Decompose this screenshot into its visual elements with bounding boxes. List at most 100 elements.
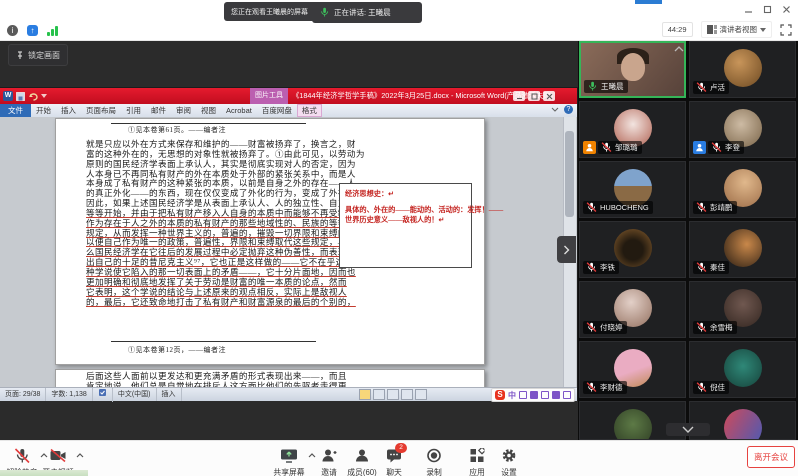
tab-references[interactable]: 引用 (121, 104, 146, 117)
word-minimize-button[interactable] (513, 91, 525, 101)
share-screen-button[interactable]: 共享屏幕 (267, 445, 311, 475)
video-options-chevron-icon[interactable] (76, 453, 84, 458)
participant-tile[interactable]: 彭靖鹏 (689, 161, 796, 218)
speaking-banner-text: 正在讲话: 王曦晨 (334, 7, 391, 18)
view-mode-button[interactable]: 演讲者视图 (701, 21, 773, 38)
pin-icon (16, 51, 24, 60)
lock-view-button[interactable]: 锁定画面 (8, 44, 68, 66)
undo-icon[interactable] (28, 92, 38, 101)
participant-tile[interactable]: 余雪梅 (689, 281, 796, 338)
chat-button[interactable]: 2 聊天 (372, 445, 416, 475)
shared-screen-area: 锁定画面 W 图片工具 《1844年经济学哲学手稿》2022年3月25日.doc… (0, 40, 578, 440)
toolbox-icon[interactable] (563, 391, 571, 399)
punctuation-icon[interactable] (519, 391, 527, 399)
tab-page-layout[interactable]: 页面布局 (81, 104, 121, 117)
participant-tile[interactable]: 倪佳 (689, 341, 796, 398)
meeting-info-icon[interactable]: i (7, 25, 18, 36)
keyboard-icon[interactable] (552, 391, 560, 399)
close-button[interactable] (781, 4, 792, 15)
invite-label: 邀请 (321, 467, 337, 476)
avatar (614, 409, 652, 440)
participant-tile[interactable]: 秦佳 (689, 221, 796, 278)
ime-toolbar: S 中 (491, 388, 575, 402)
picture-tools-contextual-tab: 图片工具 (250, 88, 288, 104)
meeting-security-icon[interactable]: ↑ (27, 25, 38, 36)
participant-tile[interactable]: 邹璐璐 (579, 101, 686, 158)
word-restore-button[interactable] (528, 91, 540, 101)
participant-name: 李财德 (600, 382, 623, 393)
participant-tile[interactable]: 李登 (689, 101, 796, 158)
invite-person-icon (321, 448, 337, 463)
mic-muted-icon (586, 382, 597, 393)
language-indicator[interactable]: 中文(中国) (113, 388, 157, 401)
avatar (724, 229, 762, 267)
settings-button[interactable]: 设置 (487, 445, 531, 475)
share-screen-label: 共享屏幕 (273, 467, 304, 476)
word-window: W 图片工具 《1844年经济学哲学手稿》2022年3月25日.docx - M… (0, 88, 577, 400)
chevron-down-icon (760, 28, 766, 32)
emoji-icon[interactable] (530, 391, 538, 399)
minimize-button[interactable] (743, 4, 754, 15)
chinese-mode-icon[interactable]: 中 (508, 390, 516, 401)
help-icon[interactable]: ? (564, 105, 573, 114)
sidebar-collapse-button[interactable] (557, 236, 576, 263)
tab-file[interactable]: 文件 (0, 104, 31, 117)
scroll-down-button[interactable] (666, 423, 710, 436)
tab-view[interactable]: 视图 (196, 104, 221, 117)
tab-insert[interactable]: 插入 (56, 104, 81, 117)
ribbon-tab-bar: 文件 开始 插入 页面布局 引用 邮件 审阅 视图 Acrobat 百度网盘 格… (0, 104, 577, 118)
participants-sidebar: 王曦晨 卢活 邹璐璐 李登 HUBOCHENG (578, 40, 798, 440)
print-layout-view-button[interactable] (359, 389, 371, 400)
footnote-text: ①见本卷第61页。——编者注 (128, 125, 226, 135)
tab-baidu-netdisk[interactable]: 百度网盘 (257, 104, 297, 117)
word-count[interactable]: 字数: 1,138 (46, 388, 92, 401)
fullscreen-view-button[interactable] (373, 389, 385, 400)
participant-tile[interactable]: HUBOCHENG (579, 161, 686, 218)
document-canvas[interactable]: ①见本卷第61页。——编者注 就是只应以外在方式来保存和维护的——财富被扬弃了，… (0, 117, 577, 387)
tab-format[interactable]: 格式 (297, 104, 322, 117)
maximize-button[interactable] (762, 4, 773, 15)
draft-view-button[interactable] (415, 389, 427, 400)
participant-tile[interactable]: 李铁 (579, 221, 686, 278)
participant-name: 卢活 (710, 82, 725, 93)
participant-name: 李铁 (600, 262, 615, 273)
annotation-text-box[interactable]: 经济思想史：↵ 具体的、外在的——能动的、活动的：发挥！—— 世界历史意义——敌… (339, 183, 472, 268)
save-icon[interactable] (16, 92, 25, 101)
voice-input-icon[interactable] (541, 391, 549, 399)
participant-tile[interactable]: 付晓婷 (579, 281, 686, 338)
participant-tile[interactable]: 卢活 (689, 41, 796, 98)
fullscreen-icon[interactable] (780, 24, 792, 36)
participant-name: 李登 (725, 142, 740, 153)
network-signal-icon[interactable] (47, 25, 58, 36)
tab-mailings[interactable]: 邮件 (146, 104, 171, 117)
meeting-bottom-toolbar: 解除静音 开启视频 共享屏幕 邀请 (0, 440, 798, 476)
scrollbar-thumb[interactable] (565, 131, 574, 217)
participant-tile[interactable]: 李财德 (579, 341, 686, 398)
participant-name: 王曦晨 (601, 81, 624, 92)
window-controls (743, 4, 792, 15)
quick-access-caret-icon[interactable] (41, 94, 47, 98)
sogou-logo-icon[interactable]: S (495, 390, 505, 400)
proofing-icon[interactable] (93, 388, 113, 402)
word-title-bar[interactable]: W 图片工具 《1844年经济学哲学手稿》2022年3月25日.docx - M… (0, 88, 577, 104)
watching-banner-text: 您正在观看王曦晨的屏幕 (231, 7, 308, 17)
participant-tile[interactable]: 王曦晨 (579, 41, 686, 98)
word-close-button[interactable] (543, 91, 555, 101)
participant-name: 付晓婷 (600, 322, 623, 333)
tab-home[interactable]: 开始 (31, 104, 56, 117)
outline-view-button[interactable] (401, 389, 413, 400)
scroll-up-button[interactable] (672, 44, 686, 53)
leave-meeting-button[interactable]: 离开会议 (747, 446, 795, 468)
web-layout-view-button[interactable] (387, 389, 399, 400)
insert-mode-indicator[interactable]: 插入 (157, 388, 182, 401)
lock-view-label: 锁定画面 (28, 50, 60, 61)
chevron-down-icon (682, 426, 694, 433)
collapse-ribbon-icon[interactable] (551, 107, 559, 112)
page-indicator[interactable]: 页面: 29/38 (0, 388, 46, 401)
tab-acrobat[interactable]: Acrobat (221, 104, 257, 117)
participant-name: 邹璐璐 (615, 142, 638, 153)
meeting-top-bar: 您正在观看王曦晨的屏幕 正在讲话: 王曦晨 i ↑ 44:29 演讲者视图 (0, 0, 798, 41)
mic-muted-icon (601, 142, 612, 153)
record-button[interactable]: 录制 (412, 445, 456, 475)
tab-review[interactable]: 审阅 (171, 104, 196, 117)
